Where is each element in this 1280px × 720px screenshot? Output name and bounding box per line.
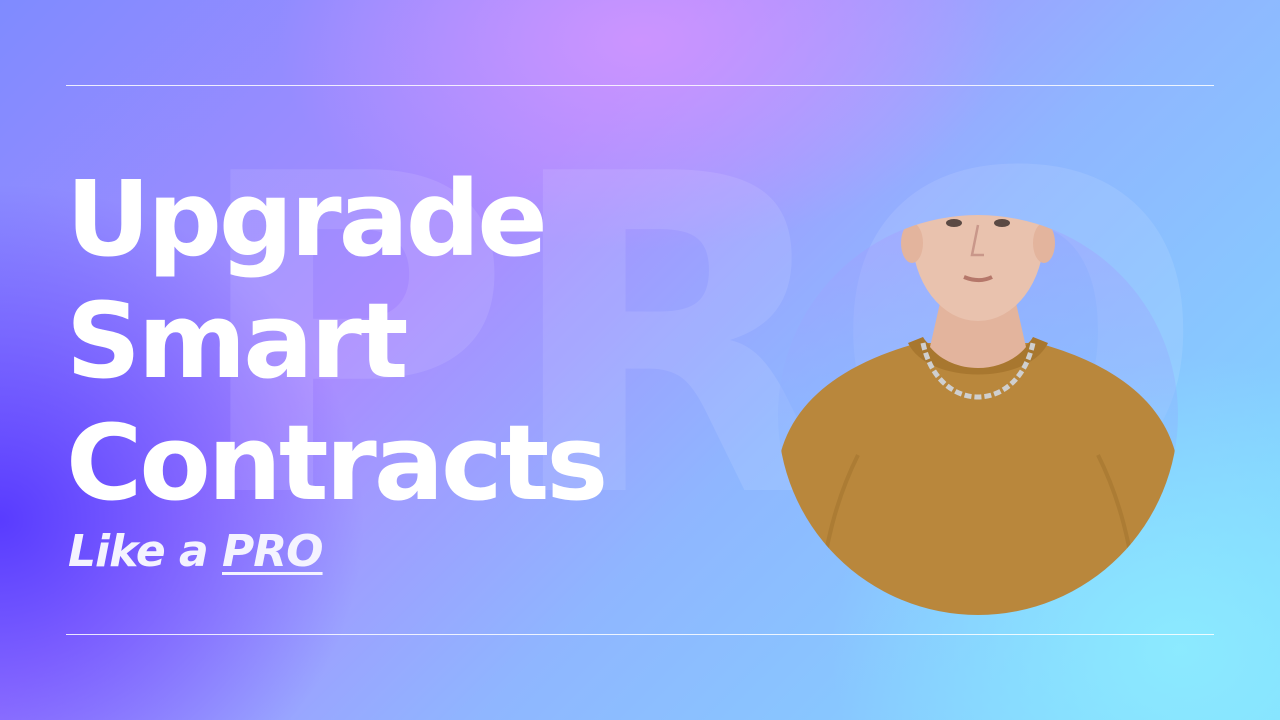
headline-line-2: Smart	[66, 280, 408, 402]
sweater	[778, 343, 1178, 615]
tagline: Like a PRO	[68, 524, 324, 580]
top-divider	[66, 85, 1214, 86]
headline-line-3: Contracts	[66, 402, 608, 524]
headline-line-1: Upgrade	[66, 158, 548, 280]
tagline-prefix: Like a	[68, 526, 209, 577]
headline: Upgrade Smart Contracts	[66, 158, 608, 524]
tagline-emphasis: PRO	[222, 526, 324, 577]
thumbnail-canvas: PRO Upgrade Smart Contracts Like a PRO	[0, 0, 1280, 720]
bottom-divider	[66, 634, 1214, 635]
presenter-photo	[778, 215, 1178, 615]
presenter-illustration	[778, 215, 1178, 615]
